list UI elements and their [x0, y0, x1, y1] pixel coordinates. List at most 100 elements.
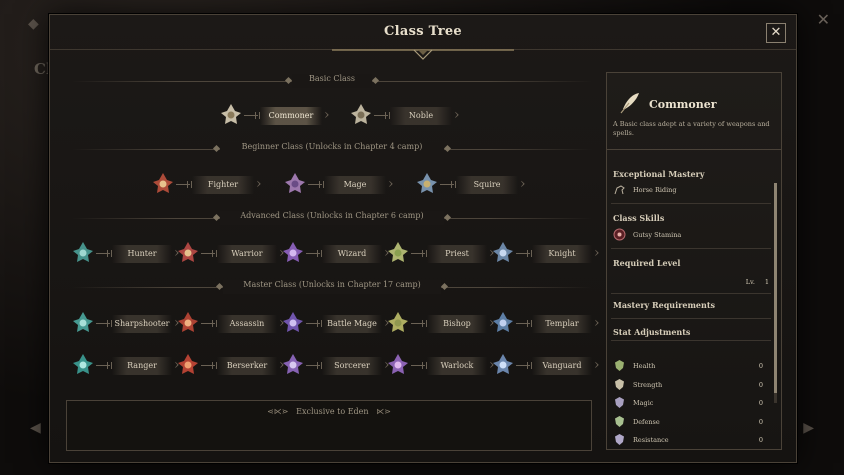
stat-row-resistance: Resistance 0	[613, 433, 769, 447]
fighter-class-icon	[153, 173, 173, 193]
stat-name: Resistance	[633, 436, 669, 444]
chevron-right-icon: ›	[454, 107, 460, 123]
stat-row-defense: Defense 0	[613, 415, 769, 429]
connector	[411, 320, 427, 327]
class-node-sorcerer[interactable]: Sorcerer ›	[280, 354, 396, 377]
title-ornament-icon	[332, 49, 514, 60]
class-node-mage[interactable]: Mage ›	[282, 173, 400, 196]
class-node-priest[interactable]: Priest ›	[385, 242, 501, 265]
chevron-right-icon: ›	[256, 176, 262, 192]
connector	[440, 181, 456, 188]
connector	[308, 181, 324, 188]
connector	[411, 362, 427, 369]
stat-name: Health	[633, 362, 656, 370]
section-title: Beginner Class (Unlocks in Chapter 4 cam…	[241, 142, 423, 151]
horse-riding-icon	[614, 185, 625, 195]
class-name-label: Warrior	[217, 245, 277, 263]
chevron-right-icon: ›	[594, 357, 600, 373]
class-node-ranger[interactable]: Ranger ›	[70, 354, 186, 377]
health-stat-icon	[615, 360, 624, 371]
priest-class-icon	[388, 242, 408, 262]
connector	[176, 181, 192, 188]
stat-value: 0	[758, 417, 763, 426]
class-node-fighter[interactable]: Fighter ›	[150, 173, 268, 196]
class-skill-row[interactable]: Gutsy Stamina	[613, 228, 769, 242]
divider	[611, 340, 771, 341]
stat-value: 0	[758, 362, 763, 370]
class-node-assassin[interactable]: Assassin ›	[175, 312, 291, 335]
class-node-squire[interactable]: Squire ›	[414, 173, 532, 196]
divider	[611, 293, 771, 294]
class-node-warlock[interactable]: Warlock ›	[385, 354, 501, 377]
chevron-right-icon: ›	[520, 176, 526, 192]
sharpshooter-class-icon	[73, 312, 93, 332]
connector	[201, 250, 217, 257]
class-tree-window: Class Tree ✕ Basic Class Commoner › Noble › B…	[49, 14, 797, 463]
vanguard-class-icon	[493, 354, 513, 374]
class-name-label: Wizard	[322, 245, 382, 263]
divider	[611, 318, 771, 319]
chevron-right-icon: ›	[324, 107, 330, 123]
commoner-feather-icon	[620, 93, 639, 114]
details-scrollbar[interactable]	[774, 183, 777, 403]
scrollbar-thumb[interactable]	[774, 183, 777, 393]
class-node-hunter[interactable]: Hunter ›	[70, 242, 186, 265]
level-prefix: Lv.	[745, 278, 755, 286]
background-close-icon[interactable]: ✕	[817, 10, 830, 29]
stat-value: 0	[758, 399, 763, 407]
required-level-row: Lv. 1	[613, 275, 769, 289]
class-details-panel: Commoner A Basic class adept at a variet…	[606, 72, 782, 450]
class-node-sharpshooter[interactable]: Sharpshooter ›	[70, 312, 186, 335]
class-name-label: Vanguard	[532, 357, 592, 375]
connector	[96, 320, 112, 327]
exclusive-label: ⋖⋉⋗ Exclusive to Eden ⋉⋗	[67, 407, 591, 416]
class-name-label: Sharpshooter	[112, 315, 172, 333]
class-node-noble[interactable]: Noble ›	[348, 104, 466, 127]
class-name-label: Commoner	[260, 107, 322, 125]
wizard-class-icon	[283, 242, 303, 262]
section-title: Master Class (Unlocks in Chapter 17 camp…	[243, 280, 421, 289]
class-name-label: Ranger	[112, 357, 172, 375]
stat-name: Magic	[633, 399, 654, 407]
section-title: Basic Class	[309, 74, 355, 83]
mage-class-icon	[285, 173, 305, 193]
templar-class-icon	[493, 312, 513, 332]
class-name-label: Templar	[532, 315, 592, 333]
class-name-label: Hunter	[112, 245, 172, 263]
stat-row-strength: Strength 0	[613, 378, 769, 392]
warlock-class-icon	[388, 354, 408, 374]
page-left-arrow-icon[interactable]: ◀	[30, 420, 41, 436]
exclusive-right-ornament-icon: ⋉⋗	[368, 407, 391, 416]
class-node-bishop[interactable]: Bishop ›	[385, 312, 501, 335]
berserker-class-icon	[178, 354, 198, 374]
class-name-label: Battle Mage	[322, 315, 382, 333]
chevron-right-icon: ›	[594, 315, 600, 331]
connector	[306, 250, 322, 257]
class-name-label: Bishop	[427, 315, 487, 333]
connector	[201, 362, 217, 369]
class-node-battle-mage[interactable]: Battle Mage ›	[280, 312, 396, 335]
class-skills-heading: Class Skills	[613, 213, 665, 223]
class-node-commoner[interactable]: Commoner ›	[218, 104, 336, 127]
close-button[interactable]: ✕	[766, 23, 786, 43]
class-node-vanguard[interactable]: Vanguard ›	[490, 354, 606, 377]
connector	[96, 250, 112, 257]
class-node-warrior[interactable]: Warrior ›	[175, 242, 291, 265]
back-arrow-icon[interactable]: ◆	[28, 16, 39, 32]
ranger-class-icon	[73, 354, 93, 374]
mastery-requirements-heading: Mastery Requirements	[613, 300, 716, 310]
class-node-wizard[interactable]: Wizard ›	[280, 242, 396, 265]
connector	[374, 112, 390, 119]
exclusive-box: ⋖⋉⋗ Exclusive to Eden ⋉⋗	[66, 400, 592, 451]
chevron-right-icon: ›	[388, 176, 394, 192]
class-node-berserker[interactable]: Berserker ›	[175, 354, 291, 377]
noble-class-icon	[351, 104, 371, 124]
window-title: Class Tree	[384, 24, 462, 39]
mastery-row[interactable]: Horse Riding	[613, 183, 769, 197]
class-node-knight[interactable]: Knight ›	[490, 242, 606, 265]
class-node-templar[interactable]: Templar ›	[490, 312, 606, 335]
class-name-label: Knight	[532, 245, 592, 263]
page-right-arrow-icon[interactable]: ▶	[803, 420, 814, 436]
sorcerer-class-icon	[283, 354, 303, 374]
connector	[96, 362, 112, 369]
